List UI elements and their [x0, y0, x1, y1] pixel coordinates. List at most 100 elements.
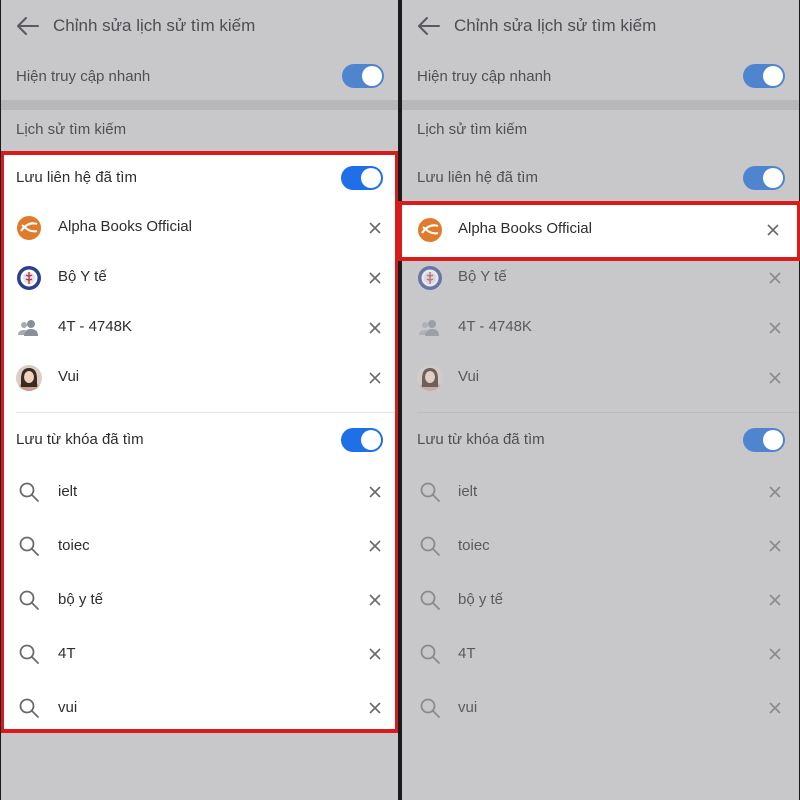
search-icon [19, 482, 39, 502]
close-icon[interactable] [367, 270, 383, 286]
contact-name: Vui [458, 368, 480, 385]
contact-name: 4T - 4748K [458, 318, 532, 335]
left-screenshot-panel: Chỉnh sửa lịch sử tìm kiếm Hiện truy cập… [1, 0, 398, 800]
search-history-section-title: Lịch sử tìm kiếm [16, 121, 127, 138]
right-screenshot-panel: Chỉnh sửa lịch sử tìm kiếm Hiện truy cập… [402, 0, 799, 800]
keyword-text: vui [58, 699, 78, 716]
section-divider [402, 100, 799, 110]
close-icon[interactable] [367, 538, 383, 554]
quick-access-label: Hiện truy cập nhanh [417, 68, 552, 85]
arrow-left-icon[interactable] [15, 14, 41, 38]
save-keywords-row[interactable]: Lưu từ khóa đã tìm [402, 417, 799, 463]
save-contacts-toggle[interactable] [743, 166, 785, 190]
top-app-bar: Chỉnh sửa lịch sử tìm kiếm [1, 0, 398, 52]
keyword-item[interactable]: bộ y tế [4, 573, 395, 627]
search-history-settings-box: Lưu liên hệ đã tìm Alpha Books Official … [1, 151, 398, 733]
toggle-knob [763, 168, 783, 188]
search-icon [19, 590, 39, 610]
quick-access-row[interactable]: Hiện truy cập nhanh [402, 52, 799, 100]
keyword-item[interactable]: 4T [4, 627, 395, 681]
user-photo-avatar [417, 365, 443, 391]
save-keywords-row[interactable]: Lưu từ khóa đã tìm [4, 417, 395, 463]
toggle-knob [763, 430, 783, 450]
keyword-text: bộ y tế [58, 591, 104, 608]
keyword-item[interactable]: vui [4, 681, 395, 735]
contact-item[interactable]: 4T - 4748K [4, 303, 395, 353]
keyword-item[interactable]: vui [402, 681, 799, 735]
search-icon [19, 644, 39, 664]
contact-item[interactable]: Vui [4, 353, 395, 403]
alpha-books-logo-icon [418, 218, 442, 242]
save-contacts-row[interactable]: Lưu liên hệ đã tìm [4, 155, 395, 201]
ministry-of-health-logo-icon [17, 266, 41, 290]
keyword-item[interactable]: 4T [402, 627, 799, 681]
arrow-left-icon[interactable] [416, 14, 442, 38]
search-icon [420, 536, 440, 556]
contact-name: Bộ Y tế [458, 268, 507, 285]
close-icon[interactable] [767, 538, 783, 554]
save-contacts-label: Lưu liên hệ đã tìm [417, 169, 538, 186]
keyword-text: 4T [458, 645, 476, 662]
search-history-section-title: Lịch sử tìm kiếm [417, 121, 528, 138]
group-people-icon [419, 320, 439, 336]
keyword-item[interactable]: toiec [402, 519, 799, 573]
save-contacts-label: Lưu liên hệ đã tìm [16, 169, 137, 186]
contact-item[interactable]: Alpha Books Official [4, 203, 395, 253]
close-icon[interactable] [367, 592, 383, 608]
close-icon[interactable] [367, 320, 383, 336]
contact-name: Alpha Books Official [58, 218, 192, 235]
contact-item[interactable]: Bộ Y tế [4, 253, 395, 303]
contact-item[interactable]: Vui [402, 353, 799, 403]
search-icon [420, 590, 440, 610]
close-icon[interactable] [367, 220, 383, 236]
quick-access-toggle[interactable] [342, 64, 384, 88]
keyword-text: vui [458, 699, 478, 716]
close-icon[interactable] [765, 222, 781, 238]
save-contacts-row[interactable]: Lưu liên hệ đã tìm [402, 155, 799, 201]
divider [417, 412, 799, 413]
contact-name: 4T - 4748K [58, 318, 132, 335]
keyword-text: bộ y tế [458, 591, 504, 608]
quick-access-row[interactable]: Hiện truy cập nhanh [1, 52, 398, 100]
save-keywords-toggle[interactable] [341, 428, 383, 452]
group-people-icon [18, 320, 38, 336]
close-icon[interactable] [767, 484, 783, 500]
keyword-text: 4T [58, 645, 76, 662]
search-icon [19, 536, 39, 556]
close-icon[interactable] [767, 370, 783, 386]
quick-access-toggle[interactable] [743, 64, 785, 88]
highlighted-contact-item[interactable]: Alpha Books Official [398, 201, 800, 261]
save-keywords-toggle[interactable] [743, 428, 785, 452]
contact-name: Alpha Books Official [458, 220, 592, 237]
contact-item[interactable]: Bộ Y tế [402, 253, 799, 303]
keyword-item[interactable]: ielt [402, 465, 799, 519]
search-icon [420, 644, 440, 664]
section-divider [1, 100, 398, 110]
keyword-item[interactable]: bộ y tế [402, 573, 799, 627]
close-icon[interactable] [767, 700, 783, 716]
save-keywords-label: Lưu từ khóa đã tìm [417, 431, 545, 448]
page-title: Chỉnh sửa lịch sử tìm kiếm [454, 16, 657, 35]
close-icon[interactable] [767, 646, 783, 662]
close-icon[interactable] [767, 320, 783, 336]
divider [16, 412, 395, 413]
keyword-text: toiec [58, 537, 90, 554]
toggle-knob [763, 66, 783, 86]
search-icon [420, 698, 440, 718]
close-icon[interactable] [367, 700, 383, 716]
contact-item[interactable]: 4T - 4748K [402, 303, 799, 353]
close-icon[interactable] [367, 484, 383, 500]
save-contacts-toggle[interactable] [341, 166, 383, 190]
close-icon[interactable] [367, 646, 383, 662]
keyword-item[interactable]: ielt [4, 465, 395, 519]
contact-name: Vui [58, 368, 80, 385]
keyword-item[interactable]: toiec [4, 519, 395, 573]
search-icon [19, 698, 39, 718]
close-icon[interactable] [767, 270, 783, 286]
search-icon [420, 482, 440, 502]
keyword-text: ielt [458, 483, 478, 500]
close-icon[interactable] [767, 592, 783, 608]
top-app-bar: Chỉnh sửa lịch sử tìm kiếm [402, 0, 799, 52]
close-icon[interactable] [367, 370, 383, 386]
page-title: Chỉnh sửa lịch sử tìm kiếm [53, 16, 256, 35]
